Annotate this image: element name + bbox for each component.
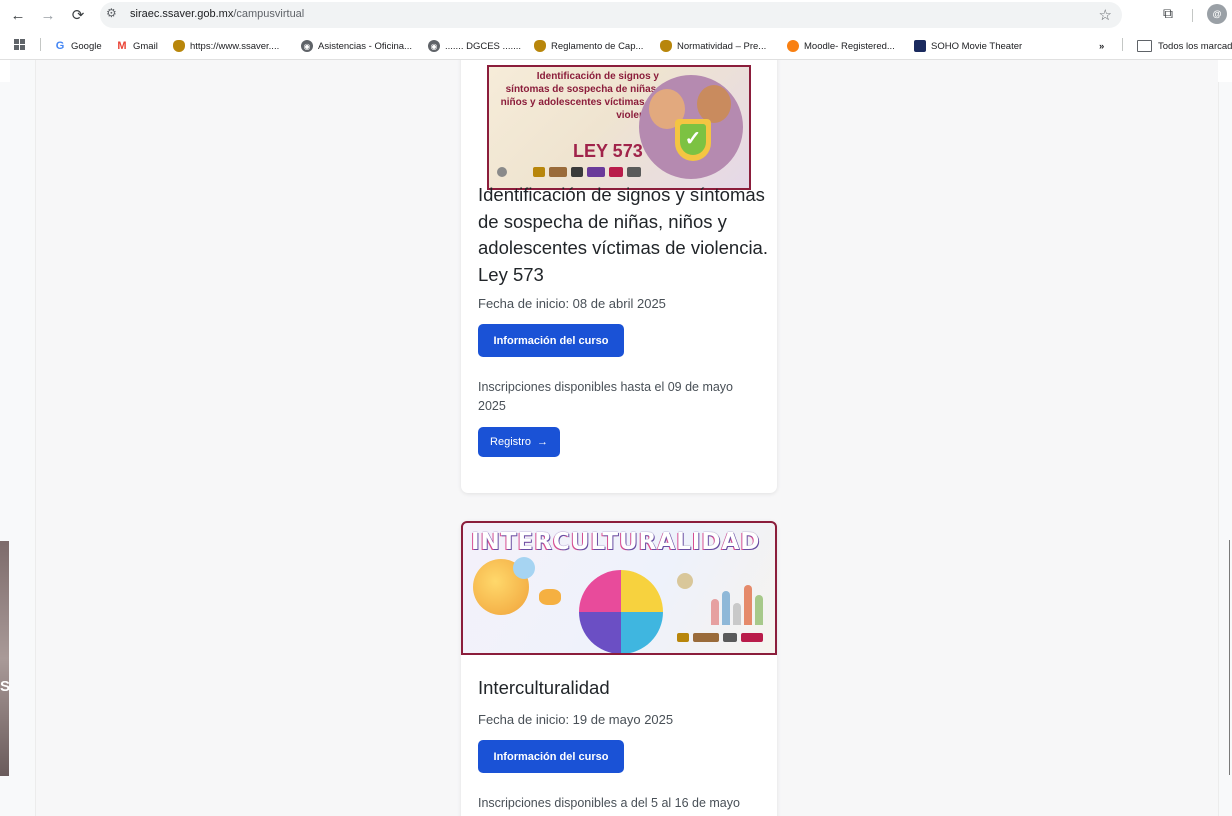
bookmark-label: https://www.ssaver.... bbox=[190, 40, 280, 52]
arrow-right-icon: → bbox=[536, 436, 548, 448]
bookmark-dgces[interactable]: ◉ ....... DGCES ....... bbox=[428, 38, 521, 54]
seal-icon bbox=[173, 40, 185, 52]
bookmark-soho[interactable]: SOHO Movie Theater bbox=[914, 38, 1022, 54]
registration-availability: Inscripciones disponibles hasta el 09 de… bbox=[478, 380, 734, 413]
register-button[interactable]: Registro → bbox=[478, 427, 560, 457]
bookmark-normatividad[interactable]: Normatividad – Pre... bbox=[660, 38, 766, 54]
bookmarks-divider bbox=[1122, 38, 1123, 51]
right-edge-strip bbox=[1218, 60, 1232, 82]
profile-avatar[interactable]: @ bbox=[1207, 4, 1227, 24]
course-start-date: Fecha de inicio: 19 de mayo 2025 bbox=[478, 712, 674, 727]
site-info-icon[interactable]: ⚙ bbox=[106, 6, 117, 20]
people-illustration bbox=[711, 577, 765, 625]
course-title: Interculturalidad bbox=[478, 677, 610, 698]
boy-figure bbox=[697, 85, 731, 123]
course-banner-image: INTERCULTURALIDAD bbox=[461, 521, 777, 655]
register-label: Registro bbox=[490, 436, 531, 448]
course-info-button[interactable]: Información del curso bbox=[478, 324, 624, 357]
banner-caption: INTERCULTURALIDAD bbox=[471, 529, 767, 555]
carousel-edge-image bbox=[0, 541, 9, 776]
bookmark-label: Todos los marcad bbox=[1158, 40, 1232, 52]
left-edge-strip bbox=[0, 60, 10, 82]
url-domain: siraec.ssaver.gob.mx bbox=[130, 8, 234, 20]
right-edge-line bbox=[1229, 540, 1230, 775]
bookmarks-bar: G Google M Gmail https://www.ssaver.... ◉ A… bbox=[0, 31, 1232, 60]
moodle-icon bbox=[787, 40, 799, 52]
reload-icon[interactable]: ⟳ bbox=[68, 5, 88, 25]
registration-availability: Inscripciones disponibles a del 5 al 16 … bbox=[478, 796, 740, 810]
bookmark-label: Google bbox=[71, 40, 102, 52]
banner-title-text: INTERCULTURALIDAD bbox=[471, 529, 761, 555]
address-bar[interactable]: ⚙ siraec.ssaver.gob.mx/campusvirtual ☆ bbox=[100, 2, 1122, 28]
coin-illustration bbox=[677, 573, 693, 589]
planet-illustration bbox=[513, 557, 535, 579]
more-bookmarks-icon: » bbox=[1099, 40, 1105, 52]
institution-logos bbox=[497, 167, 657, 179]
course-start-date: Fecha de inicio: 08 de abril 2025 bbox=[478, 296, 666, 311]
url-path: /campusvirtual bbox=[233, 8, 305, 20]
checkmark-icon: ✓ bbox=[680, 124, 706, 155]
course-banner-image: Identificación de signos y síntomas de s… bbox=[487, 65, 751, 190]
bookmark-asistencias[interactable]: ◉ Asistencias - Oficina... bbox=[301, 38, 412, 54]
all-bookmarks-folder[interactable]: Todos los marcad bbox=[1137, 38, 1232, 54]
page-viewport: S Identificación de signos y síntomas de… bbox=[0, 60, 1232, 816]
bookmark-google[interactable]: G Google bbox=[54, 38, 102, 54]
bookmark-label: Reglamento de Cap... bbox=[551, 40, 644, 52]
browser-toolbar: ← → ⟳ ⚙ siraec.ssaver.gob.mx/campusvirtu… bbox=[0, 0, 1232, 30]
course-title: Identificación de signos y síntomas de s… bbox=[478, 184, 768, 285]
diverse-faces-illustration bbox=[579, 570, 663, 653]
google-icon: G bbox=[55, 40, 65, 52]
bookmark-star-icon[interactable]: ☆ bbox=[1099, 6, 1112, 24]
toolbar-divider bbox=[1192, 9, 1193, 22]
gmail-icon: M bbox=[117, 40, 127, 52]
bookmark-label: Gmail bbox=[133, 40, 158, 52]
bookmark-label: Normatividad – Pre... bbox=[677, 40, 767, 52]
bookmark-reglamento[interactable]: Reglamento de Cap... bbox=[534, 38, 643, 54]
apps-grid-icon[interactable] bbox=[14, 39, 25, 50]
course-card: INTERCULTURALIDAD Interculturalidad Fech… bbox=[461, 521, 777, 816]
seal-icon bbox=[660, 40, 672, 52]
institution-logos bbox=[677, 633, 767, 643]
banner-law: LEY 573 bbox=[573, 141, 643, 161]
forward-icon[interactable]: → bbox=[38, 5, 58, 25]
url-text[interactable]: siraec.ssaver.gob.mx/campusvirtual bbox=[130, 8, 304, 20]
more-bookmarks-button[interactable]: » bbox=[1099, 38, 1104, 54]
back-icon[interactable]: ← bbox=[8, 5, 28, 25]
folder-icon bbox=[1137, 40, 1152, 52]
soho-icon bbox=[914, 40, 926, 52]
banner-caption: Identificación de signos y síntomas de s… bbox=[500, 71, 659, 121]
bookmark-label: Moodle- Registered... bbox=[804, 40, 895, 52]
planet-illustration bbox=[539, 589, 561, 605]
course-info-button[interactable]: Información del curso bbox=[478, 740, 624, 773]
course-card: Identificación de signos y síntomas de s… bbox=[461, 60, 777, 493]
bookmark-ssaver[interactable]: https://www.ssaver.... bbox=[173, 38, 279, 54]
bookmark-label: SOHO Movie Theater bbox=[931, 40, 1023, 52]
extensions-icon[interactable]: ⧉ bbox=[1163, 5, 1173, 22]
seal-icon bbox=[534, 40, 546, 52]
carousel-edge-text: S bbox=[0, 678, 11, 695]
globe-icon: ◉ bbox=[428, 40, 440, 52]
bookmarks-divider bbox=[40, 38, 41, 51]
bookmark-moodle[interactable]: Moodle- Registered... bbox=[787, 38, 895, 54]
bookmark-gmail[interactable]: M Gmail bbox=[116, 38, 158, 54]
bookmark-label: ....... DGCES ....... bbox=[445, 40, 522, 52]
bookmark-label: Asistencias - Oficina... bbox=[318, 40, 412, 52]
globe-icon: ◉ bbox=[301, 40, 313, 52]
